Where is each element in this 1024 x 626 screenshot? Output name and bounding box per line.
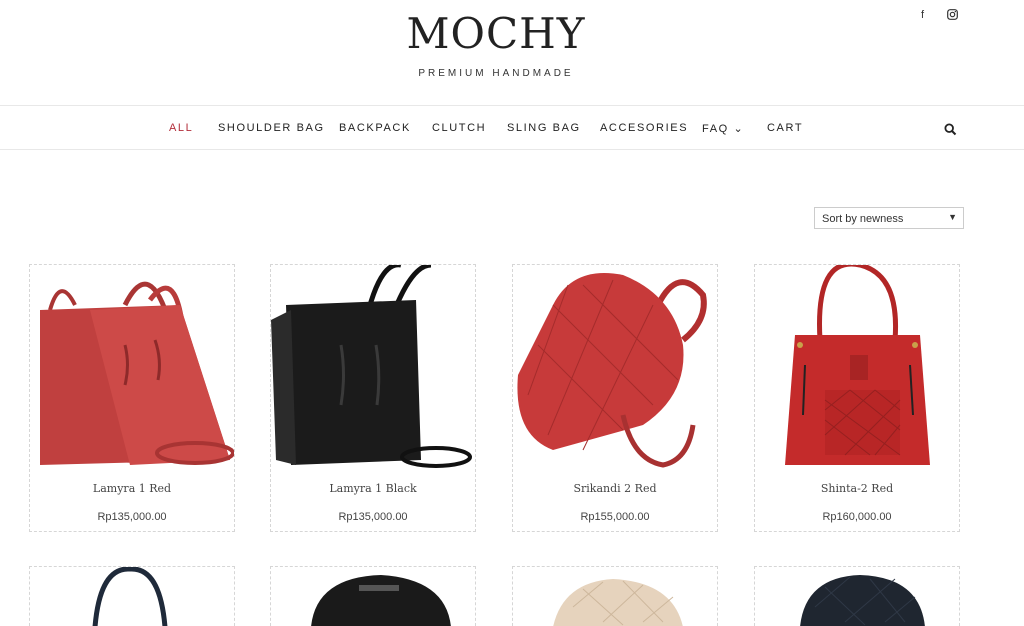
product-price: Rp160,000.00 [822,511,892,523]
product-image[interactable] [30,265,234,469]
product-image[interactable] [513,567,718,626]
product-image[interactable] [513,265,717,469]
nav-item-shoulder-bag[interactable]: SHOULDER BAG [218,122,325,134]
sort-selected-value: Sort by newness [822,213,904,225]
product-card[interactable]: Shinta-2 Red Rp160,000.00 [754,264,960,532]
chevron-down-icon: ▼ [948,212,957,222]
product-price: Rp135,000.00 [338,511,408,523]
brand-logo[interactable]: MOCHY [0,8,992,60]
product-card[interactable]: Srikandi 2 Red Rp155,000.00 [512,264,718,532]
product-card[interactable] [512,566,718,626]
product-name[interactable]: Lamyra 1 Red [30,482,234,495]
product-image[interactable] [271,567,476,626]
site-header: MOCHY PREMIUM HANDMADE f [0,0,1024,105]
search-icon[interactable] [944,123,957,136]
nav-item-cart[interactable]: CART [767,122,803,134]
product-image[interactable] [30,567,235,626]
main-nav: ALL SHOULDER BAG BACKPACK CLUTCH SLING B… [0,105,1024,150]
facebook-icon[interactable]: f [921,9,924,21]
product-name[interactable]: Shinta-2 Red [755,482,959,495]
product-card[interactable]: Lamyra 1 Red Rp135,000.00 [29,264,235,532]
product-card[interactable] [270,566,476,626]
product-card[interactable] [29,566,235,626]
nav-item-all[interactable]: ALL [169,122,193,134]
nav-item-backpack[interactable]: BACKPACK [339,122,411,134]
product-card[interactable]: Lamyra 1 Black Rp135,000.00 [270,264,476,532]
brand-tagline: PREMIUM HANDMADE [418,68,574,79]
product-name[interactable]: Srikandi 2 Red [513,482,717,495]
nav-item-faq[interactable]: FAQ ⌄ [702,122,744,135]
product-card[interactable] [754,566,960,626]
sort-select[interactable]: Sort by newness ▼ [814,207,964,229]
instagram-icon[interactable] [947,9,958,23]
nav-item-accesories[interactable]: ACCESORIES [600,122,688,134]
nav-item-sling-bag[interactable]: SLING BAG [507,122,581,134]
product-image[interactable] [755,567,960,626]
product-image[interactable] [755,265,959,469]
nav-item-clutch[interactable]: CLUTCH [432,122,486,134]
product-image[interactable] [271,265,475,469]
product-price: Rp135,000.00 [97,511,167,523]
product-price: Rp155,000.00 [580,511,650,523]
product-name[interactable]: Lamyra 1 Black [271,482,475,495]
